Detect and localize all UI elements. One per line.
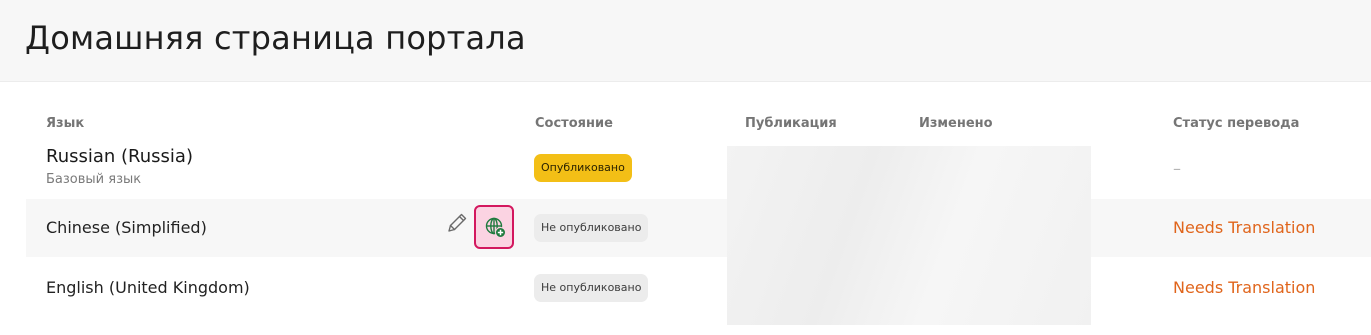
page-title: Домашняя страница портала [25, 19, 526, 57]
pencil-icon [448, 213, 467, 232]
column-header-modified: Изменено [919, 116, 993, 131]
language-name: Chinese (Simplified) [46, 218, 207, 237]
translation-status: Needs Translation [1173, 278, 1316, 297]
column-header-language: Язык [46, 116, 85, 131]
base-language-label: Базовый язык [46, 172, 142, 187]
translation-status: – [1173, 159, 1181, 178]
redacted-publication-and-modified-area [727, 146, 1091, 325]
status-badge-unpublished: Не опубликовано [534, 214, 649, 242]
page-header: Домашняя страница портала [0, 0, 1371, 82]
language-name: English (United Kingdom) [46, 278, 250, 297]
add-translation-button[interactable] [474, 205, 514, 249]
column-header-translation-status: Статус перевода [1173, 116, 1300, 131]
table-row-chinese[interactable]: Chinese (Simplified) Не опубликовано Nee… [26, 199, 1371, 257]
globe-add-icon [485, 217, 506, 238]
language-name: Russian (Russia) [46, 146, 193, 167]
column-header-state: Состояние [535, 116, 613, 131]
table-row-russian[interactable]: Russian (Russia) Базовый язык Опубликова… [26, 141, 1371, 199]
column-header-publication: Публикация [745, 116, 837, 131]
edit-button[interactable] [446, 211, 470, 235]
translation-status: Needs Translation [1173, 218, 1316, 237]
table-row-english[interactable]: English (United Kingdom) Не опубликовано… [26, 257, 1371, 315]
status-badge-unpublished: Не опубликовано [534, 274, 649, 302]
status-badge-published: Опубликовано [534, 154, 632, 182]
